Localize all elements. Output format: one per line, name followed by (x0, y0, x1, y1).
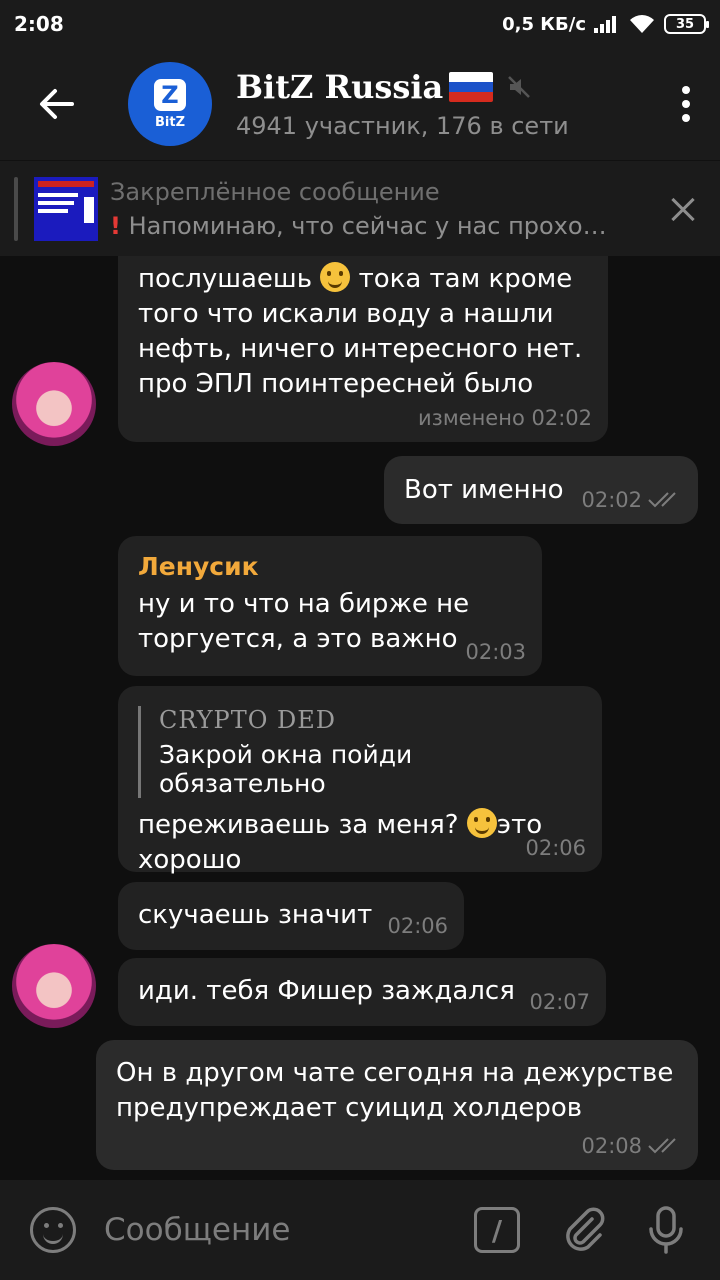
chat-title-row: BitZ Russia (236, 68, 569, 106)
sender-name[interactable]: Ленусик (138, 552, 522, 581)
pinned-indicator (14, 176, 18, 241)
close-icon[interactable] (670, 196, 696, 222)
reply-sender: CRYPTO DED (159, 706, 337, 734)
pinned-message-bar[interactable]: Закреплённое сообщение ! Напоминаю, что … (0, 160, 720, 256)
message-bubble[interactable]: послушаешь тока там кроме того что искал… (118, 256, 608, 442)
chat-info[interactable]: BitZ Russia 4941 участник, 176 в сети (236, 68, 569, 140)
attach-icon[interactable] (560, 1205, 610, 1255)
exclamation-icon: ! (110, 211, 121, 240)
message-bubble[interactable]: иди. тебя Фишер заждался 02:07 (118, 958, 606, 1026)
more-menu-button[interactable] (682, 86, 690, 122)
message-time: 02:08 (581, 1134, 642, 1158)
dot-icon (682, 100, 690, 108)
dot-icon (682, 114, 690, 122)
message-text: иди. тебя Фишер заждался (138, 976, 515, 1006)
message-meta: 02:02 (581, 488, 682, 512)
bot-command-button[interactable]: / (474, 1207, 520, 1253)
message-bubble-outgoing[interactable]: Он в другом чате сегодня на дежурстве пре… (96, 1040, 698, 1170)
reply-quote[interactable]: CRYPTO DED Закрой окна пойди обязательно (138, 706, 582, 798)
message-input[interactable] (104, 1212, 434, 1248)
smile-emoji-icon (466, 808, 497, 838)
bitz-logo-icon: Z (154, 78, 186, 111)
chat-subtitle: 4941 участник, 176 в сети (236, 112, 569, 140)
message-time: 02:03 (465, 640, 526, 664)
grin-emoji-icon (320, 262, 351, 292)
message-text: Он в другом чате сегодня на дежурстве пре… (116, 1058, 674, 1123)
pinned-title: Закреплённое сообщение (110, 177, 440, 206)
microphone-icon[interactable] (646, 1205, 686, 1255)
reply-text: Закрой окна пойди обязательно (159, 740, 413, 798)
message-text: ну и то что на бирже не торгуется, а это … (138, 589, 470, 654)
status-time: 2:08 (14, 12, 64, 36)
message-bubble-outgoing[interactable]: Вот именно 02:02 (384, 456, 698, 524)
battery-icon: 35 (664, 14, 709, 34)
chat-header: Z BitZ BitZ Russia 4941 участник, 176 в … (0, 48, 720, 160)
pinned-preview: ! Напоминаю, что сейчас у нас прохо… (110, 212, 607, 240)
chat-avatar[interactable]: Z BitZ (128, 62, 212, 146)
status-bar: 2:08 0,5 КБ/с 35 (0, 0, 720, 48)
network-speed: 0,5 КБ/с (502, 13, 586, 35)
message-composer: / (0, 1180, 720, 1280)
dot-icon (682, 86, 690, 94)
message-bubble[interactable]: Ленусик ну и то что на бирже не торгуется… (118, 536, 542, 676)
slash-icon: / (491, 1213, 503, 1247)
message-time: изменено 02:02 (418, 406, 592, 430)
message-bubble[interactable]: CRYPTO DED Закрой окна пойди обязательно… (118, 686, 602, 875)
message-time: 02:02 (581, 488, 642, 512)
avatar[interactable] (12, 944, 96, 1028)
chat-title: BitZ Russia (236, 68, 444, 106)
status-indicators: 0,5 КБ/с 35 (502, 13, 709, 35)
message-text: переживаешь за меня? это хорошо (138, 808, 543, 875)
message-time: 02:06 (387, 914, 448, 938)
pinned-thumbnail (34, 176, 98, 241)
message-bubble[interactable]: скучаешь значит 02:06 (118, 882, 464, 950)
message-list[interactable]: послушаешь тока там кроме того что искал… (0, 256, 720, 1180)
pinned-preview-text: Напоминаю, что сейчас у нас прохо… (120, 211, 607, 240)
emoji-icon[interactable] (30, 1207, 76, 1253)
message-text: послушаешь тока там кроме того что искал… (138, 262, 583, 399)
message-meta: 02:08 (581, 1134, 682, 1158)
arrow-left-icon (40, 89, 74, 119)
wifi-icon (630, 15, 654, 33)
muted-icon (508, 76, 531, 98)
avatar-label: BitZ (154, 114, 185, 130)
double-check-icon (648, 1138, 676, 1154)
signal-icon (594, 16, 616, 33)
battery-level: 35 (675, 16, 695, 32)
back-button[interactable] (16, 64, 96, 144)
message-time: 02:07 (529, 990, 590, 1014)
avatar[interactable] (12, 362, 96, 446)
pinned-text: Закреплённое сообщение ! Напоминаю, что … (110, 178, 607, 240)
double-check-icon (648, 492, 676, 508)
russia-flag-icon (449, 72, 494, 102)
message-time: 02:06 (525, 836, 586, 860)
